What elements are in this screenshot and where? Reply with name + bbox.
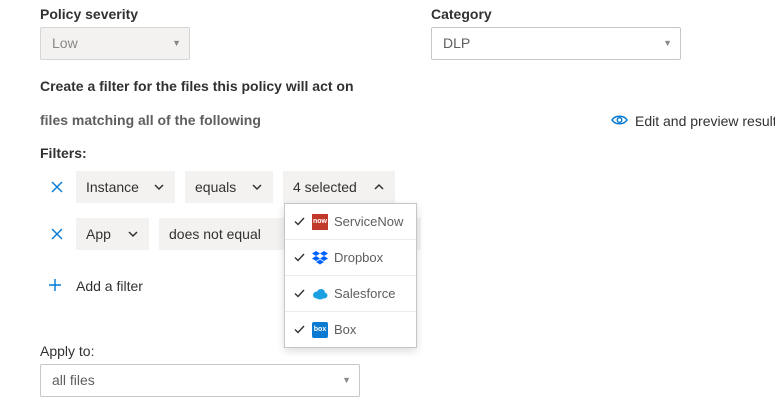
checkmark-icon	[294, 325, 305, 334]
chevron-down-icon: ▼	[342, 375, 351, 385]
chevron-down-icon: ▼	[663, 38, 672, 48]
instance-dropdown-menu: now ServiceNow Dropbox Salesforce box Bo…	[284, 203, 417, 348]
eye-icon	[611, 115, 628, 125]
remove-filter-icon[interactable]	[50, 180, 64, 194]
dropdown-option-servicenow[interactable]: now ServiceNow	[285, 204, 416, 240]
checkmark-icon	[294, 217, 305, 226]
add-filter-label: Add a filter	[76, 278, 143, 294]
matching-text: files matching all of the following	[40, 112, 261, 128]
policy-severity-value: Low	[52, 35, 78, 51]
salesforce-logo	[313, 289, 328, 300]
dropdown-option-label: Salesforce	[334, 286, 396, 301]
filter-operator-value: does not equal	[169, 226, 261, 242]
chevron-down-icon: ▼	[172, 38, 181, 48]
dropdown-option-label: Box	[334, 322, 357, 337]
filter-field-select[interactable]: App	[76, 218, 149, 250]
checkmark-icon	[294, 289, 305, 298]
filter-field-value: App	[86, 226, 111, 242]
category-label: Category	[431, 6, 492, 22]
dropdown-option-label: Dropbox	[334, 250, 384, 265]
dropdown-option-dropbox[interactable]: Dropbox	[285, 240, 416, 276]
category-select[interactable]: DLP ▼	[431, 27, 681, 60]
chevron-down-icon	[154, 184, 164, 191]
plus-icon	[49, 279, 61, 291]
chevron-down-icon	[252, 184, 262, 191]
dropdown-option-box[interactable]: box Box	[285, 312, 416, 348]
apply-to-select[interactable]: all files ▼	[40, 364, 360, 397]
filter-value-value: 4 selected	[293, 179, 357, 195]
chevron-up-icon	[374, 183, 384, 190]
filter-operator-select[interactable]: equals	[185, 171, 273, 203]
filter-field-select[interactable]: Instance	[76, 171, 175, 203]
apply-to-label: Apply to:	[40, 343, 95, 359]
dropdown-option-salesforce[interactable]: Salesforce	[285, 276, 416, 312]
filter-section-title: Create a filter for the files this polic…	[40, 78, 354, 94]
filter-field-value: Instance	[86, 179, 139, 195]
policy-severity-select: Low ▼	[40, 27, 190, 60]
filters-label: Filters:	[40, 145, 87, 161]
filter-operator-value: equals	[195, 179, 237, 195]
dropdown-option-label: ServiceNow	[334, 214, 404, 229]
edit-preview-label: Edit and preview result	[635, 113, 775, 129]
checkmark-icon	[294, 253, 305, 262]
chevron-down-icon	[128, 231, 138, 238]
remove-filter-icon[interactable]	[50, 227, 64, 241]
apply-to-value: all files	[52, 372, 95, 388]
servicenow-logo: now	[312, 214, 328, 230]
policy-severity-label: Policy severity	[40, 6, 139, 22]
box-logo: box	[312, 322, 328, 338]
filter-value-select[interactable]: 4 selected	[283, 171, 395, 203]
dropbox-logo	[312, 251, 328, 265]
category-value: DLP	[443, 35, 471, 51]
